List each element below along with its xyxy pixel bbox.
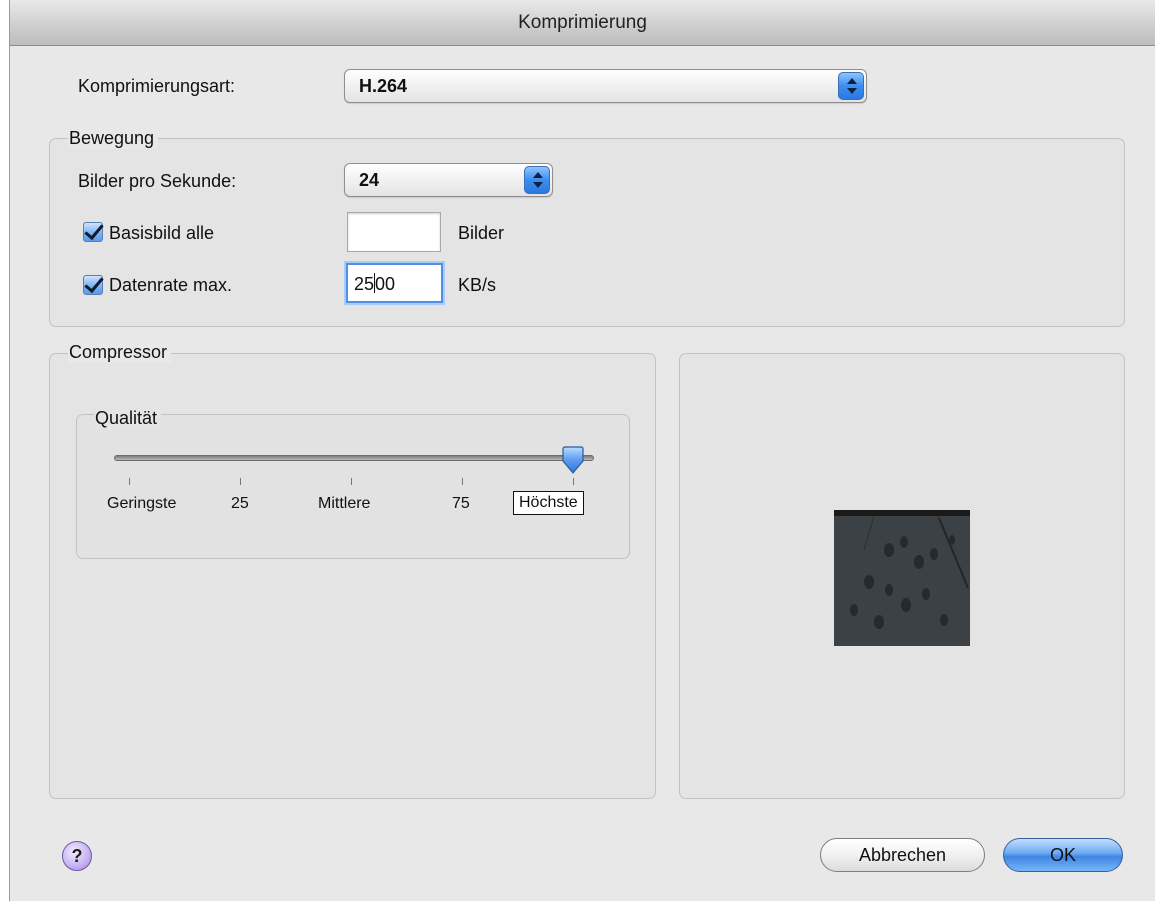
quality-group [76, 414, 630, 559]
datarate-value-start: 25 [354, 274, 375, 294]
quality-tick [462, 478, 463, 485]
compressor-group-title: Compressor [68, 342, 172, 363]
keyframe-unit: Bilder [458, 223, 505, 243]
fps-popup[interactable]: 24 [344, 163, 553, 197]
ok-button[interactable]: OK [1003, 838, 1123, 872]
compression-type-value: H.264 [359, 76, 408, 96]
fps-label: Bilder pro Sekunde: [78, 171, 237, 191]
title-bar: Komprimierung [10, 0, 1155, 46]
quality-slider-track[interactable] [114, 455, 594, 461]
compression-type-label: Komprimierungsart: [78, 76, 236, 96]
keyframe-label: Basisbild alle [109, 223, 215, 243]
keyframe-input[interactable] [347, 212, 441, 252]
quality-group-title: Qualität [94, 408, 162, 429]
fps-value: 24 [359, 170, 380, 190]
cancel-button[interactable]: Abbrechen [820, 838, 985, 872]
popup-arrows-icon [524, 166, 550, 194]
popup-arrows-icon [838, 72, 864, 100]
motion-group-title: Bewegung [68, 128, 159, 149]
quality-tick-label: 25 [231, 495, 249, 512]
datarate-input[interactable]: 2500 [346, 263, 443, 303]
datarate-value-end: 00 [375, 274, 396, 294]
compression-type-popup[interactable]: H.264 [344, 69, 867, 103]
datarate-checkbox[interactable] [83, 275, 103, 295]
quality-tick [573, 478, 574, 485]
datarate-label: Datenrate max. [109, 275, 233, 295]
quality-tick-label: Geringste [107, 495, 177, 512]
quality-tick [129, 478, 130, 485]
window-title: Komprimierung [518, 11, 647, 33]
preview-texture [834, 510, 970, 646]
quality-tick-label-selected: Höchste [513, 491, 584, 515]
quality-tick-label: 75 [452, 495, 470, 512]
quality-tick-label: Mittlere [318, 495, 371, 512]
keyframe-checkbox[interactable] [83, 222, 103, 242]
quality-tick [351, 478, 352, 485]
datarate-unit: KB/s [458, 275, 497, 295]
help-button[interactable]: ? [62, 841, 92, 871]
quality-slider-knob[interactable] [561, 446, 585, 476]
quality-tick [240, 478, 241, 485]
compression-dialog: Komprimierung Komprimierungsart: H.264 B… [9, 0, 1155, 901]
preview-image [834, 510, 970, 646]
